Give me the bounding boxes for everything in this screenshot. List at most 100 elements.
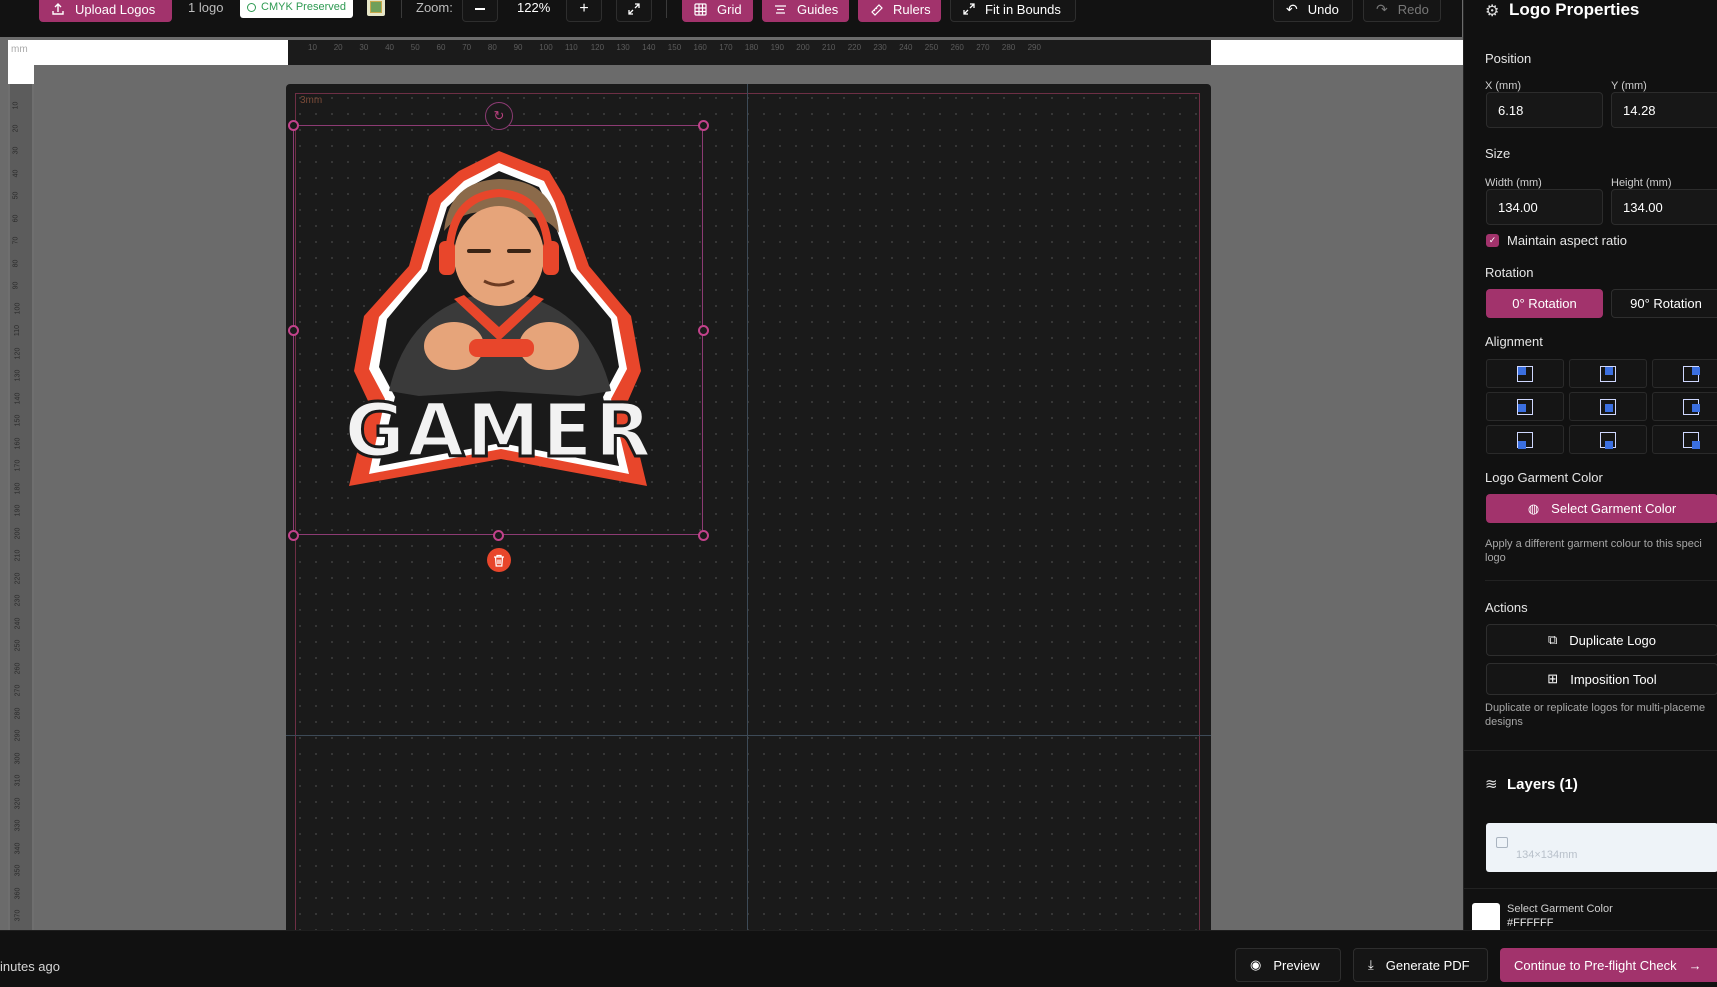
select-garment-color-label: Select Garment Color <box>1551 501 1677 516</box>
grid-toggle-button[interactable]: Grid <box>682 0 753 22</box>
bleed-label: 3mm <box>300 95 323 106</box>
garment-color-value: #FFFFFF <box>1507 917 1554 929</box>
arrow-right-icon: → <box>1688 957 1702 973</box>
redo-label: Redo <box>1397 1 1429 17</box>
table-grid-icon: ⊞ <box>1547 671 1559 686</box>
resize-handle-bottom-middle[interactable] <box>493 530 504 541</box>
resize-handle-bottom-left[interactable] <box>288 530 299 541</box>
layer-size: 134×134mm <box>1516 849 1578 861</box>
color-profile-icon[interactable] <box>367 0 385 16</box>
ruler-tick-label: 260 <box>14 662 22 674</box>
ruler-tick-label: 360 <box>14 887 22 899</box>
ruler-tick-label: 210 <box>822 43 836 52</box>
ruler-tick-label: 240 <box>899 43 913 52</box>
grid-label: Grid <box>717 1 742 17</box>
align-middle-right-button[interactable] <box>1652 392 1717 421</box>
gear-icon: ⚙ <box>1485 3 1500 20</box>
y-input[interactable]: 14.28 <box>1611 92 1717 128</box>
resize-handle-bottom-right[interactable] <box>698 530 709 541</box>
ruler-tick-label: 290 <box>14 729 22 742</box>
resize-handle-top-right[interactable] <box>698 120 709 131</box>
resize-handle-top-left[interactable] <box>288 120 299 131</box>
ruler-tick-label: 320 <box>14 797 22 809</box>
selection-box <box>293 125 703 535</box>
delete-logo-button[interactable] <box>487 548 511 572</box>
generate-pdf-button[interactable]: ⤓ Generate PDF <box>1353 948 1488 982</box>
ruler-tick-label: 110 <box>14 324 22 337</box>
align-bottom-left-icon <box>1517 431 1533 449</box>
preview-button[interactable]: ◉ Preview <box>1235 948 1341 982</box>
y-label: Y (mm) <box>1611 80 1647 92</box>
ruler-tick-label: 250 <box>924 43 939 52</box>
align-top-left-button[interactable] <box>1486 359 1564 388</box>
rotation-0-button[interactable]: 0° Rotation <box>1486 289 1603 318</box>
height-input[interactable]: 134.00 <box>1611 189 1717 225</box>
ruler-tick-label: 40 <box>12 169 20 177</box>
x-input[interactable]: 6.18 <box>1486 92 1603 128</box>
guides-icon <box>774 3 787 16</box>
guides-toggle-button[interactable]: Guides <box>762 0 849 22</box>
imposition-tool-button[interactable]: ⊞ Imposition Tool <box>1486 663 1717 695</box>
undo-label: Undo <box>1307 1 1339 17</box>
rulers-toggle-button[interactable]: Rulers <box>858 0 941 22</box>
align-middle-center-button[interactable] <box>1569 392 1647 421</box>
ruler-tick-label: 180 <box>14 482 22 494</box>
position-heading: Position <box>1485 51 1532 66</box>
layer-item[interactable]: 134×134mm <box>1486 823 1717 872</box>
minus-icon <box>475 8 485 10</box>
upload-logos-button[interactable]: Upload Logos <box>39 0 172 22</box>
zoom-out-button[interactable] <box>462 0 498 22</box>
design-canvas[interactable]: 3mm GAMER ↻ <box>286 84 1211 943</box>
redo-button[interactable]: ↷ Redo <box>1363 0 1441 22</box>
ruler-tick-label: 10 <box>308 43 317 52</box>
fit-in-bounds-button[interactable]: Fit in Bounds <box>950 0 1076 22</box>
undo-button[interactable]: ↶ Undo <box>1273 0 1353 22</box>
align-middle-center-icon <box>1600 398 1616 415</box>
resize-handle-middle-right[interactable] <box>698 325 709 336</box>
ruler-tick-label: 250 <box>14 639 22 652</box>
panel-title: Logo Properties <box>1509 0 1640 19</box>
ruler-tick-label: 230 <box>873 43 887 52</box>
size-heading: Size <box>1485 146 1511 161</box>
aspect-ratio-checkbox[interactable]: ✓ <box>1486 234 1499 247</box>
align-top-right-button[interactable] <box>1652 359 1717 388</box>
align-bottom-left-button[interactable] <box>1486 425 1564 454</box>
align-bottom-center-button[interactable] <box>1569 425 1647 454</box>
trash-icon <box>493 554 505 567</box>
ruler-tick-label: 80 <box>487 43 497 52</box>
continue-preflight-button[interactable]: Continue to Pre-flight Check → <box>1500 948 1717 982</box>
garment-color-note: Apply a different garment colour to this… <box>1485 538 1702 564</box>
ruler-tick-label: 230 <box>14 594 22 607</box>
ruler-tick-label: 190 <box>14 504 22 517</box>
ruler-tick-label: 200 <box>14 527 22 539</box>
ruler-tick-label: 160 <box>14 437 22 449</box>
ruler-tick-label: 70 <box>12 236 20 245</box>
garment-color-swatch[interactable] <box>1472 903 1500 930</box>
horizontal-ruler: 10 20 30 40 50 60 70 80 90 100 110 120 130 140 150 160 1… <box>288 40 1211 65</box>
width-label: Width (mm) <box>1485 177 1542 189</box>
ruler-tick-label: 60 <box>436 43 446 52</box>
zoom-in-button[interactable]: + <box>566 0 602 22</box>
width-input[interactable]: 134.00 <box>1486 189 1603 225</box>
align-middle-left-button[interactable] <box>1486 392 1564 421</box>
ruler-tick-label: 370 <box>14 909 22 922</box>
align-bottom-right-icon <box>1683 431 1700 449</box>
rotate-handle[interactable]: ↻ <box>485 102 513 130</box>
select-garment-color-button[interactable]: ◍ Select Garment Color <box>1486 494 1717 523</box>
fullscreen-button[interactable] <box>616 0 652 22</box>
ruler-tick-label: 140 <box>642 43 656 52</box>
center-guide-vertical <box>747 84 748 930</box>
align-top-center-button[interactable] <box>1569 359 1647 388</box>
align-top-center-icon <box>1600 365 1616 382</box>
rulers-label: Rulers <box>893 1 931 17</box>
ruler-tick-label: 40 <box>385 43 394 52</box>
align-middle-right-icon <box>1683 398 1700 415</box>
ruler-tick-label: 170 <box>14 459 22 472</box>
rotation-90-button[interactable]: 90° Rotation <box>1611 289 1717 318</box>
duplicate-logo-button[interactable]: ⧉ Duplicate Logo <box>1486 624 1717 656</box>
ruler-tick-label: 270 <box>976 43 990 52</box>
actions-note: Duplicate or replicate logos for multi-p… <box>1485 702 1706 728</box>
resize-handle-middle-left[interactable] <box>288 325 299 336</box>
zoom-label: Zoom: <box>416 0 453 15</box>
align-bottom-right-button[interactable] <box>1652 425 1717 454</box>
